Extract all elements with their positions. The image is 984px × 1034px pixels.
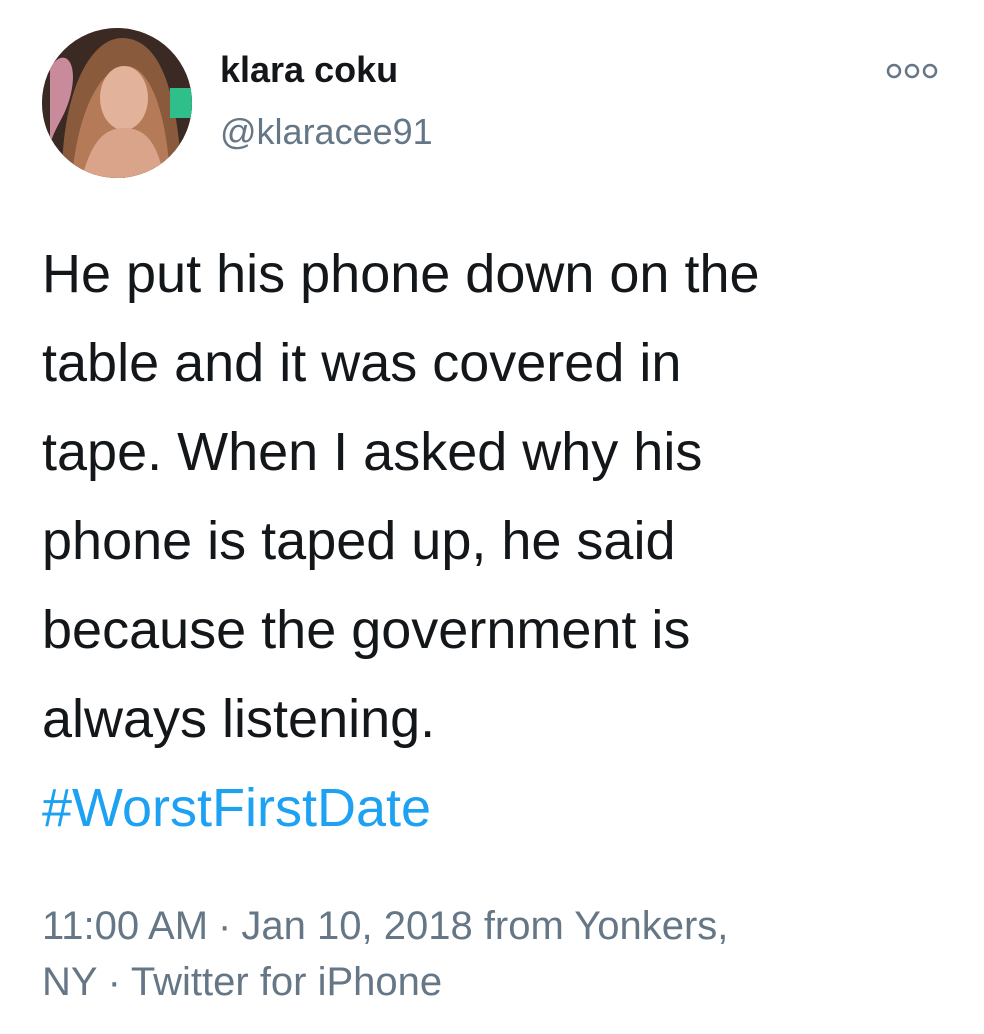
- author-avatar[interactable]: [42, 28, 192, 178]
- avatar-photo: [42, 28, 192, 178]
- tweet-source[interactable]: Twitter for iPhone: [131, 960, 442, 1004]
- tweet-location-continued[interactable]: NY: [42, 960, 98, 1004]
- separator-dot: ·: [107, 960, 121, 1004]
- more-options-button[interactable]: [884, 56, 940, 86]
- tweet-date[interactable]: Jan 10, 2018: [241, 904, 472, 948]
- tweet-text-line: He put his phone down on the: [42, 244, 760, 304]
- metadata-line-1: 11:00 AM · Jan 10, 2018 from Yonkers,: [42, 898, 942, 954]
- tweet-text: He put his phone down on the table and i…: [42, 230, 942, 853]
- hashtag-link[interactable]: #WorstFirstDate: [42, 764, 942, 853]
- tweet-card: klara coku @klaracee91 He put his phone …: [0, 0, 984, 1034]
- tweet-timestamp[interactable]: 11:00 AM: [42, 904, 208, 948]
- location-prefix: from: [483, 904, 564, 948]
- ellipsis-circles-icon: [886, 63, 938, 79]
- tweet-text-line: phone is taped up, he said: [42, 511, 676, 571]
- tweet-text-line: always listening.: [42, 689, 436, 749]
- author-handle[interactable]: @klaracee91: [220, 110, 433, 154]
- tweet-metadata: 11:00 AM · Jan 10, 2018 from Yonkers, NY · T…: [42, 898, 942, 1010]
- author-name[interactable]: klara coku: [220, 48, 398, 92]
- tweet-text-line: because the government is: [42, 600, 691, 660]
- separator-dot: ·: [218, 904, 232, 948]
- metadata-line-2: NY · Twitter for iPhone: [42, 954, 942, 1010]
- tweet-text-line: table and it was covered in: [42, 333, 682, 393]
- tweet-text-line: tape. When I asked why his: [42, 422, 703, 482]
- tweet-location[interactable]: Yonkers,: [574, 904, 728, 948]
